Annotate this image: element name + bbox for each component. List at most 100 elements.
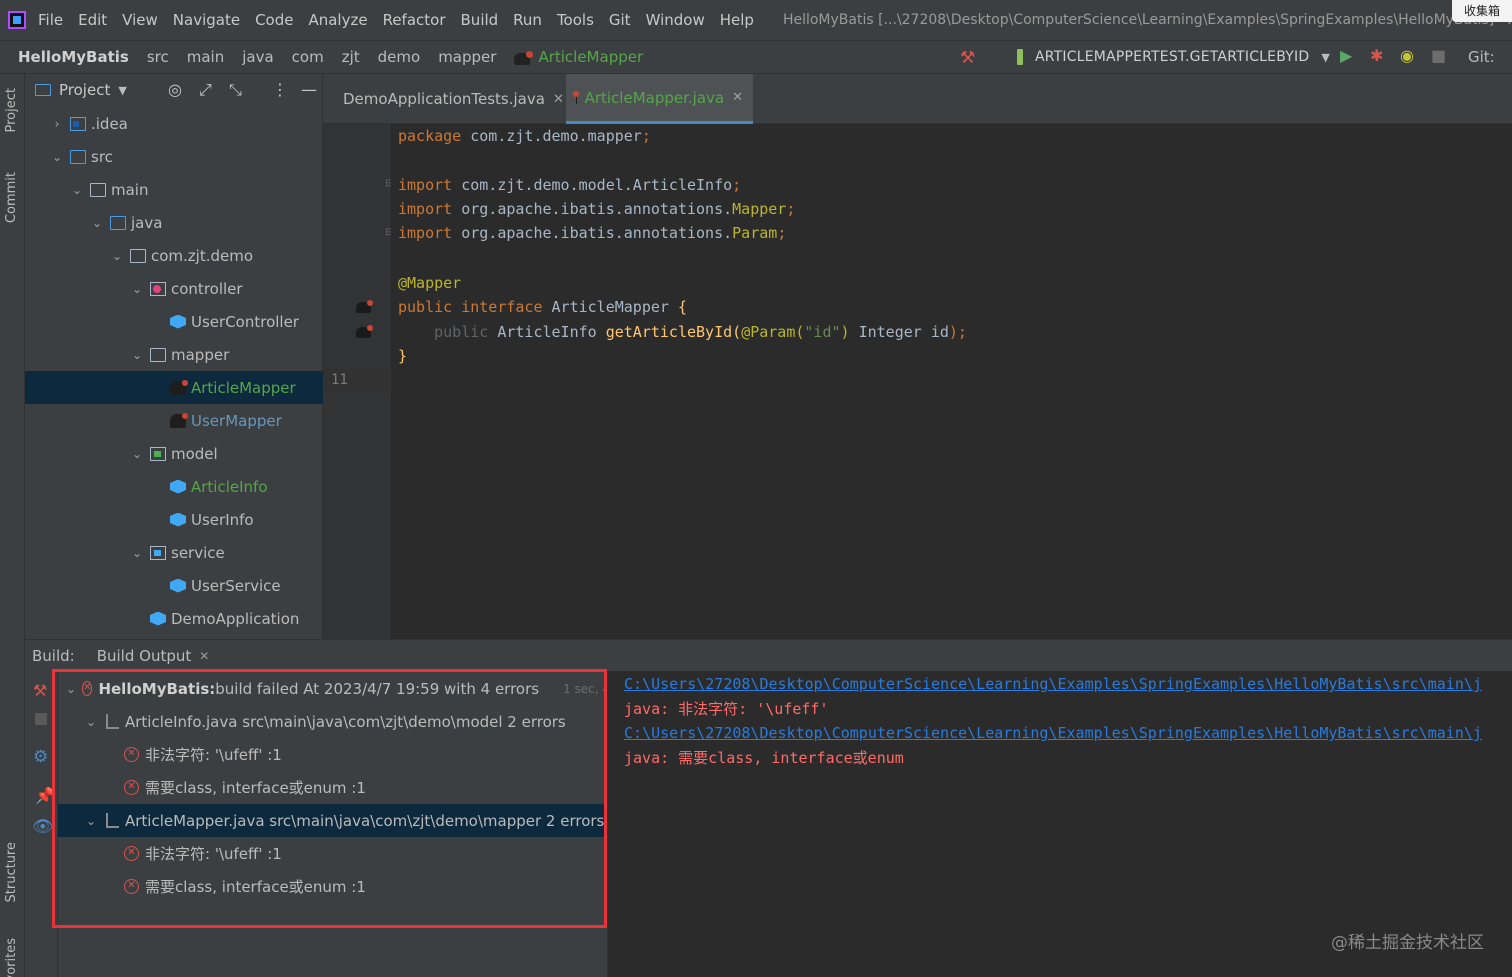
- chevron-down-icon[interactable]: ⌄: [130, 546, 144, 560]
- menu-navigate[interactable]: Navigate: [173, 11, 240, 29]
- close-icon[interactable]: ✕: [553, 92, 564, 107]
- breadcrumb-com[interactable]: com: [292, 48, 324, 66]
- breadcrumb-zjt[interactable]: zjt: [342, 48, 360, 66]
- collapse-all-icon[interactable]: ⤡: [229, 80, 242, 100]
- stop-icon[interactable]: [35, 713, 47, 725]
- tab-build-output[interactable]: Build Output: [97, 647, 192, 665]
- tab-articlemapper[interactable]: ArticleMapper.java ✕: [566, 74, 753, 124]
- menu-window[interactable]: Window: [646, 11, 705, 29]
- menu-git[interactable]: Git: [609, 11, 631, 29]
- tool-tab-favorites[interactable]: Favorites: [4, 938, 19, 977]
- tool-tab-structure[interactable]: Structure: [4, 842, 19, 902]
- chevron-down-icon[interactable]: ⌄: [90, 216, 104, 230]
- breadcrumb-active-file[interactable]: ArticleMapper: [538, 48, 643, 66]
- tree-item-java[interactable]: ⌄ java: [25, 206, 323, 239]
- tree-item-main[interactable]: ⌄ main: [25, 173, 323, 206]
- chevron-down-icon[interactable]: ⌄: [66, 682, 76, 696]
- breadcrumb-java[interactable]: java: [242, 48, 273, 66]
- chevron-down-icon[interactable]: ⌄: [130, 282, 144, 296]
- gear-icon[interactable]: ⚙: [33, 747, 48, 767]
- close-icon[interactable]: ✕: [732, 90, 743, 105]
- mybatis-navigate-icon[interactable]: [356, 325, 373, 338]
- menu-help[interactable]: Help: [720, 11, 754, 29]
- tree-item-src[interactable]: ⌄ src: [25, 140, 323, 173]
- tree-item-demoapplication[interactable]: DemoApplication: [25, 602, 323, 635]
- locate-icon[interactable]: ◎: [168, 80, 182, 99]
- hide-panel-icon[interactable]: —: [301, 80, 317, 99]
- chevron-down-icon[interactable]: ⌄: [130, 348, 144, 362]
- breadcrumb-demo[interactable]: demo: [378, 48, 421, 66]
- debug-icon[interactable]: ✱: [1370, 46, 1383, 65]
- options-icon[interactable]: ⋮: [272, 80, 288, 99]
- menu-analyze[interactable]: Analyze: [308, 11, 367, 29]
- tree-item-idea[interactable]: › .idea: [25, 107, 323, 140]
- chevron-down-icon[interactable]: ⌄: [110, 249, 124, 263]
- close-icon[interactable]: ✕: [199, 649, 209, 663]
- coverage-icon[interactable]: ◉: [1400, 46, 1414, 65]
- build-error-row[interactable]: ✕ 需要class, interface或enum :1: [58, 870, 606, 903]
- breadcrumb-project[interactable]: HelloMyBatis: [18, 48, 129, 66]
- error-file-link[interactable]: C:\Users\27208\Desktop\ComputerScience\L…: [624, 672, 1482, 697]
- menu-build[interactable]: Build: [461, 11, 499, 29]
- build-hammer-icon[interactable]: ⚒: [960, 48, 975, 68]
- build-error-label: 非法字符: '\ufeff' :1: [145, 845, 282, 863]
- build-hammer-icon[interactable]: ⚒: [33, 681, 47, 700]
- run-configuration-selector[interactable]: ARTICLEMAPPERTEST.GETARTICLEBYID ▼: [1016, 46, 1330, 68]
- tab-demoapplicationtests[interactable]: DemoApplicationTests.java ✕: [325, 74, 565, 124]
- tree-item-controller[interactable]: ⌄ controller: [25, 272, 323, 305]
- tree-item-model[interactable]: ⌄ model: [25, 437, 323, 470]
- chevron-down-icon[interactable]: ⌄: [70, 183, 84, 197]
- breadcrumb-src[interactable]: src: [147, 48, 169, 66]
- run-icon[interactable]: ▶: [1340, 46, 1352, 65]
- tree-item-userservice[interactable]: UserService: [25, 569, 323, 602]
- build-error-row[interactable]: ✕ 需要class, interface或enum :1: [58, 771, 606, 804]
- tree-item-userinfo[interactable]: UserInfo: [25, 503, 323, 536]
- menu-code[interactable]: Code: [255, 11, 293, 29]
- tree-item-articlemapper[interactable]: ArticleMapper: [25, 371, 323, 404]
- tree-item-label: ArticleMapper: [191, 378, 296, 397]
- keyword: import: [398, 200, 453, 218]
- tree-item-service[interactable]: ⌄ service: [25, 536, 323, 569]
- breadcrumb-main[interactable]: main: [187, 48, 224, 66]
- build-root-row[interactable]: ⌄ ✕ HelloMyBatis: build failed At 2023/4…: [58, 672, 606, 705]
- chevron-down-icon[interactable]: ⌄: [50, 150, 64, 164]
- menu-view[interactable]: View: [122, 11, 158, 29]
- chevron-down-icon[interactable]: ⌄: [130, 447, 144, 461]
- build-error-row[interactable]: ✕ 非法字符: '\ufeff' :1: [58, 738, 606, 771]
- pin-icon[interactable]: 📌: [35, 786, 55, 805]
- error-file-link[interactable]: C:\Users\27208\Desktop\ComputerScience\L…: [624, 721, 1482, 746]
- build-panel-label: Build:: [32, 646, 75, 665]
- build-file-row[interactable]: ⌄ ArticleMapper.java src\main\java\com\z…: [58, 804, 606, 837]
- chevron-down-icon[interactable]: ⌄: [86, 814, 100, 828]
- chevron-down-icon[interactable]: ⌄: [86, 715, 100, 729]
- menu-file[interactable]: File: [38, 11, 63, 29]
- code-line-9: public ArticleInfo getArticleById(@Param…: [398, 320, 967, 344]
- breadcrumb-mapper[interactable]: mapper: [438, 48, 496, 66]
- tree-item-mapper[interactable]: ⌄ mapper: [25, 338, 323, 371]
- tree-item-label: src: [91, 147, 113, 166]
- collection-box-badge[interactable]: 收集箱: [1452, 0, 1512, 22]
- build-file-row[interactable]: ⌄ ArticleInfo.java src\main\java\com\zjt…: [58, 705, 606, 738]
- chevron-right-icon[interactable]: ›: [50, 117, 64, 131]
- menu-refactor[interactable]: Refactor: [383, 11, 446, 29]
- stop-icon[interactable]: ■: [1431, 46, 1446, 65]
- tree-item-com-zjt-demo[interactable]: ⌄ com.zjt.demo: [25, 239, 323, 272]
- tree-item-articleinfo[interactable]: ArticleInfo: [25, 470, 323, 503]
- project-view-selector[interactable]: Project: [59, 81, 110, 99]
- expand-all-icon[interactable]: ⤢: [199, 80, 212, 100]
- annotation-name: Param: [732, 224, 778, 242]
- menu-run[interactable]: Run: [513, 11, 542, 29]
- code-line-5: import org.apache.ibatis.annotations.Par…: [398, 221, 786, 245]
- build-error-row[interactable]: ✕ 非法字符: '\ufeff' :1: [58, 837, 606, 870]
- tree-item-usercontroller[interactable]: UserController: [25, 305, 323, 338]
- tree-item-usermapper[interactable]: UserMapper: [25, 404, 323, 437]
- tool-tab-commit[interactable]: Commit: [4, 172, 19, 223]
- code-line-4: import org.apache.ibatis.annotations.Map…: [398, 197, 795, 221]
- menu-tools[interactable]: Tools: [557, 11, 594, 29]
- tool-tab-project[interactable]: Project: [4, 88, 19, 132]
- mybatis-navigate-icon[interactable]: [356, 300, 373, 313]
- eye-icon[interactable]: 👁: [32, 817, 54, 837]
- menu-edit[interactable]: Edit: [78, 11, 107, 29]
- chevron-down-icon[interactable]: ▼: [118, 84, 126, 97]
- code-editor[interactable]: package com.zjt.demo.mapper; import com.…: [391, 124, 1512, 639]
